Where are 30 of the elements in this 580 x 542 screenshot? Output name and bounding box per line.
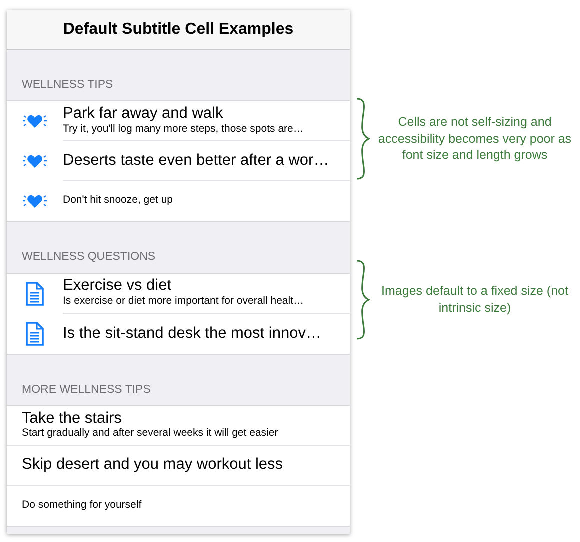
cell-title: Is the sit-stand desk the most innov… [63, 324, 322, 342]
cell-subtitle: Start gradually and after several weeks it will get easier [22, 427, 280, 441]
cell-title: Take the stairs [22, 410, 123, 428]
cell-subtitle: Is exercise or diet more important for overall healt… [63, 295, 306, 309]
table-row[interactable]: Is the sit-stand desk the most innov… [7, 314, 350, 354]
table-row[interactable]: Take the stairs Start gradually and after several weeks it will get easier [7, 406, 350, 446]
table-row[interactable]: Exercise vs diet Is exercise or diet more important for overall healt… [7, 274, 350, 314]
section-header: WELLNESS QUESTIONS [21, 250, 157, 266]
heart-icon [22, 113, 48, 130]
cell-title: Deserts taste even better after a wor… [63, 152, 330, 170]
table-row[interactable]: Don't hit snooze, get up [7, 181, 350, 222]
window-title: Default Subtitle Cell Examples [63, 20, 294, 40]
cell-subtitle: Try it, you'll log many more steps, those spots are… [63, 122, 305, 136]
section-header: MORE WELLNESS TIPS [21, 382, 152, 398]
table-row[interactable]: Deserts taste even better after a wor… [7, 141, 350, 182]
cell-title: Exercise vs diet [63, 277, 173, 296]
cell-title: Park far away and walk [63, 105, 224, 123]
heart-icon [22, 153, 48, 170]
document-icon [26, 322, 44, 346]
section-header: WELLNESS TIPS [21, 78, 114, 93]
table-row[interactable]: Do something for yourself [7, 486, 350, 526]
document-icon [26, 282, 44, 306]
cell-subtitle: Do something for yourself [22, 498, 143, 513]
table-row[interactable]: Park far away and walk Try it, you'll log many more steps, those spots are… [7, 101, 350, 142]
annotation-text: Images default to a fixed size (not intrinsic size) [380, 283, 570, 317]
heart-icon [22, 193, 48, 210]
annotation-text: Cells are not self-sizing and accessibility becomes very poor as font size and length grows [377, 114, 573, 164]
cell-subtitle: Don't hit snooze, get up [63, 194, 174, 208]
table-row[interactable]: Skip desert and you may workout less [7, 446, 350, 486]
cell-title: Skip desert and you may workout less [22, 456, 284, 474]
